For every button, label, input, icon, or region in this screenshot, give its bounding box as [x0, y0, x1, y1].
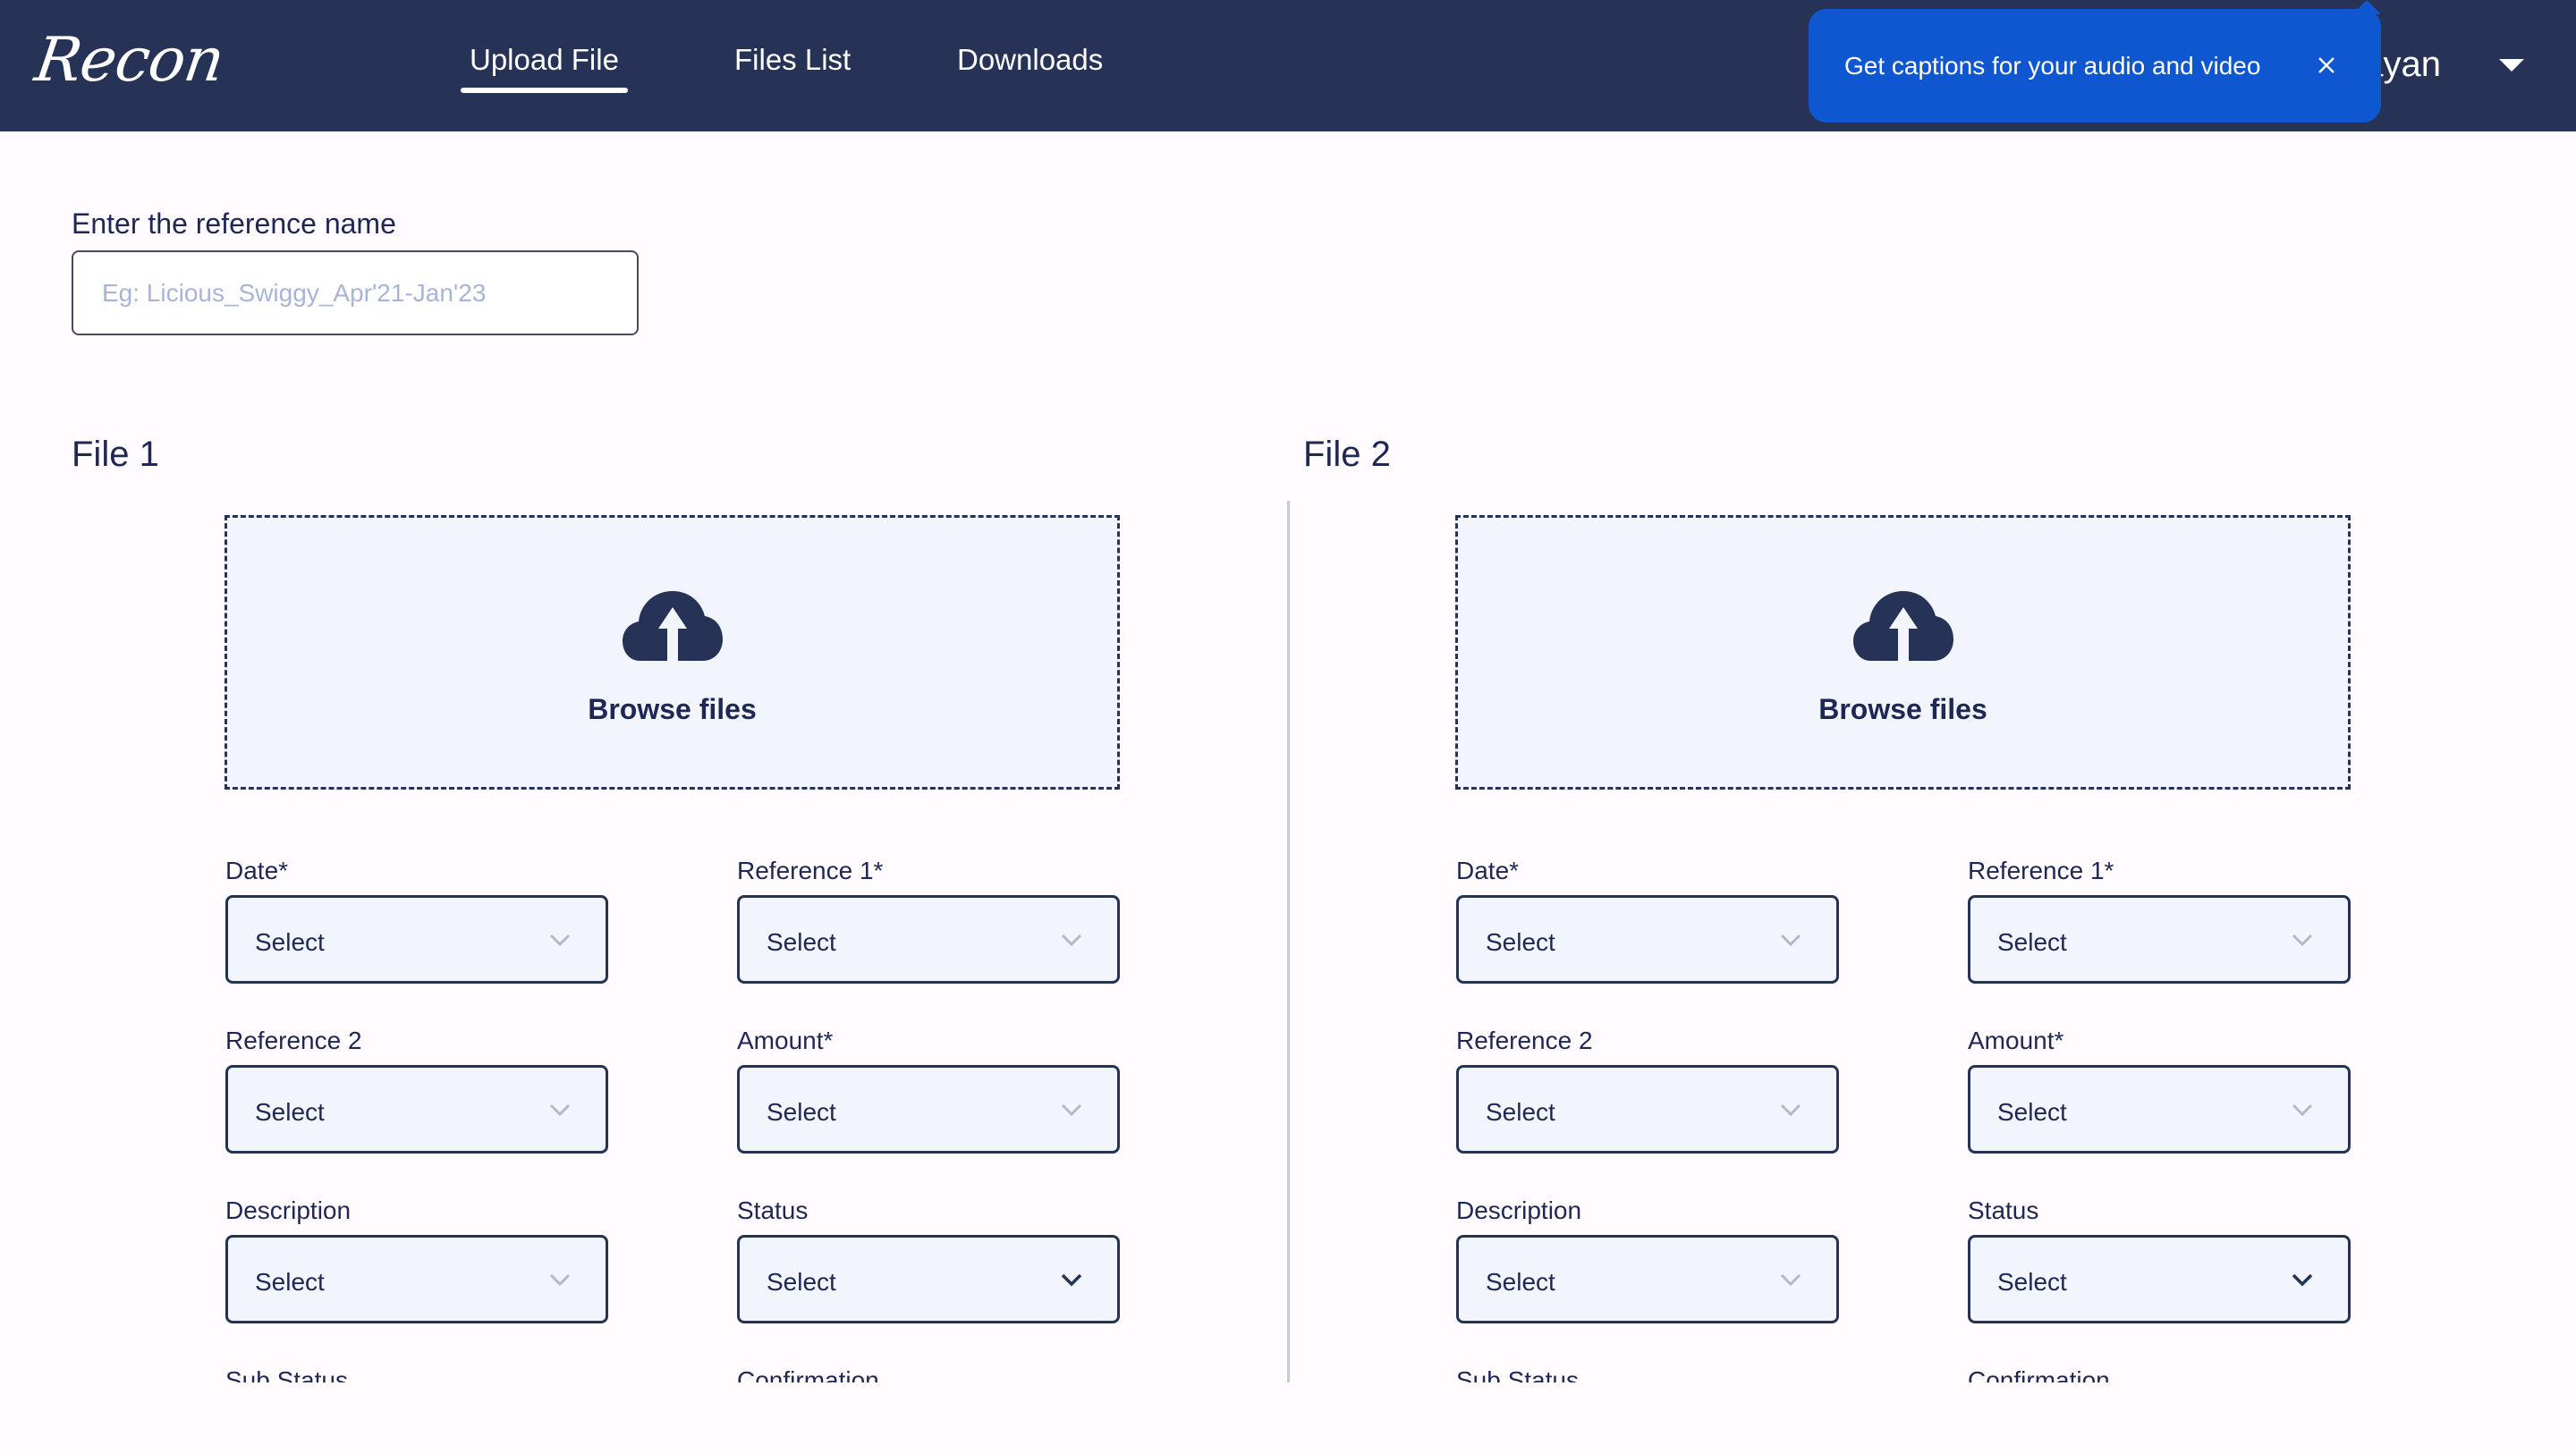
select-value: Select — [255, 1098, 325, 1126]
captions-tooltip: Get captions for your audio and video — [1809, 0, 2381, 123]
file-1-reference1-select[interactable]: Select — [737, 895, 1120, 984]
file-1-status-label: Status — [737, 1196, 809, 1224]
file-1-amount-label: Amount* — [737, 1027, 834, 1054]
chevron-down-icon — [2292, 1103, 2313, 1117]
browse-files-label[interactable]: Browse files — [1818, 693, 1987, 726]
select-value: Select — [1997, 1268, 2067, 1296]
file-2-reference2-label: Reference 2 — [1456, 1027, 1593, 1054]
select-value: Select — [1486, 928, 1555, 956]
app-logo[interactable]: Recon — [30, 25, 227, 96]
column-divider — [1287, 501, 1290, 1382]
file-1-reference1-label: Reference 1* — [737, 857, 884, 884]
reference-name-label: Enter the reference name — [72, 207, 396, 240]
file-1-date-label: Date* — [225, 857, 289, 884]
file-2-reference1-label: Reference 1* — [1968, 857, 2114, 884]
file-1-title: File 1 — [72, 435, 159, 474]
file-2-dropzone[interactable]: Browse files — [1455, 515, 2351, 790]
file-1-status-select[interactable]: Select — [737, 1235, 1120, 1323]
file-1-dropzone[interactable]: Browse files — [225, 515, 1120, 790]
chevron-down-icon — [1780, 934, 1801, 947]
select-value: Select — [767, 1268, 836, 1296]
file-1-date-select[interactable]: Select — [225, 895, 608, 984]
nav-upload-file[interactable]: Upload File — [461, 43, 628, 93]
chevron-down-icon — [549, 1273, 571, 1287]
select-value: Select — [767, 928, 836, 956]
user-menu-caret-icon[interactable] — [2499, 59, 2524, 72]
select-value: Select — [255, 928, 325, 956]
select-value: Select — [767, 1098, 836, 1126]
file-2-reference2-select[interactable]: Select — [1456, 1065, 1839, 1154]
chevron-down-icon — [1061, 1273, 1082, 1287]
page-viewport: Recon Upload File Files List Downloads n… — [0, 0, 2576, 1382]
nav-files-list[interactable]: Files List — [734, 43, 851, 77]
file-2-description-label: Description — [1456, 1196, 1582, 1224]
file-2-amount-label: Amount* — [1968, 1027, 2064, 1054]
chevron-down-icon — [1780, 1103, 1801, 1117]
file-2-substatus-label: Sub Status — [1456, 1366, 1579, 1382]
file-1-reference2-select[interactable]: Select — [225, 1065, 608, 1154]
select-value: Select — [255, 1268, 325, 1296]
reference-name-input[interactable] — [72, 250, 639, 335]
file-1-description-label: Description — [225, 1196, 352, 1224]
select-value: Select — [1486, 1268, 1555, 1296]
file-2-status-select[interactable]: Select — [1968, 1235, 2351, 1323]
nav-downloads[interactable]: Downloads — [957, 43, 1103, 77]
chevron-down-icon — [1780, 1273, 1801, 1287]
tooltip-text: Get captions for your audio and video — [1844, 51, 2261, 80]
file-1-reference2-label: Reference 2 — [225, 1027, 362, 1054]
file-2-amount-select[interactable]: Select — [1968, 1065, 2351, 1154]
file-2-description-select[interactable]: Select — [1456, 1235, 1839, 1323]
close-icon[interactable] — [2309, 48, 2343, 82]
file-2-title: File 2 — [1303, 435, 1391, 474]
chevron-down-icon — [2292, 1273, 2313, 1287]
file-1-confirmation-label: Confirmation — [737, 1366, 879, 1382]
file-2-status-label: Status — [1968, 1196, 2039, 1224]
chevron-down-icon — [549, 1103, 571, 1117]
file-2-reference1-select[interactable]: Select — [1968, 895, 2351, 984]
file-2-date-select[interactable]: Select — [1456, 895, 1839, 984]
cloud-upload-icon — [622, 591, 723, 661]
file-1-amount-select[interactable]: Select — [737, 1065, 1120, 1154]
select-value: Select — [1997, 1098, 2067, 1126]
select-value: Select — [1997, 928, 2067, 956]
cloud-upload-icon — [1852, 591, 1953, 661]
select-value: Select — [1486, 1098, 1555, 1126]
chevron-down-icon — [1061, 934, 1082, 947]
file-2-date-label: Date* — [1456, 857, 1520, 884]
chevron-down-icon — [1061, 1103, 1082, 1117]
file-1-description-select[interactable]: Select — [225, 1235, 608, 1323]
browse-files-label[interactable]: Browse files — [588, 693, 757, 726]
chevron-down-icon — [2292, 934, 2313, 947]
file-2-confirmation-label: Confirmation — [1968, 1366, 2110, 1382]
chevron-down-icon — [549, 934, 571, 947]
file-1-substatus-label: Sub Status — [225, 1366, 348, 1382]
